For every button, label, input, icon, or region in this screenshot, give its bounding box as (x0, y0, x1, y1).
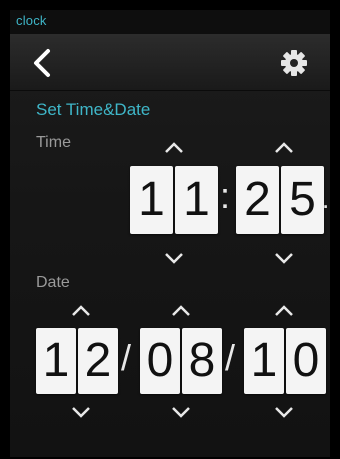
section-title: Set Time&Date (36, 100, 151, 119)
clock-screen: clock Set Time&Date Time 1 1: 2 5 . Dat… (10, 10, 330, 457)
date-part1-up-icon[interactable] (70, 304, 92, 318)
date-part1-digit-2[interactable]: 2 (78, 328, 118, 394)
hour-down-icon[interactable] (163, 251, 185, 265)
date-part3-digit-1[interactable]: 1 (244, 328, 284, 394)
time-label: Time (36, 134, 71, 151)
time-separator: : (220, 175, 231, 216)
date-part2-down-icon[interactable] (170, 405, 192, 419)
date-part3-up-icon[interactable] (273, 304, 295, 318)
date-part3-digit-2[interactable]: 0 (286, 328, 326, 394)
date-part2-digit-2[interactable]: 8 (182, 328, 222, 394)
chevron-left-icon (34, 49, 50, 77)
date-part1-digit-1[interactable]: 1 (36, 328, 76, 394)
date-part3-down-icon[interactable] (273, 405, 295, 419)
hour-digit-1[interactable]: 1 (130, 166, 173, 234)
date-label: Date (36, 274, 70, 291)
settings-button[interactable] (274, 44, 314, 82)
hour-digit-2[interactable]: 1 (175, 166, 218, 234)
hour-up-icon[interactable] (163, 141, 185, 155)
app-name: clock (16, 13, 47, 28)
minute-up-icon[interactable] (273, 141, 295, 155)
date-part2-up-icon[interactable] (170, 304, 192, 318)
minute-down-icon[interactable] (273, 251, 295, 265)
date-part1-down-icon[interactable] (70, 405, 92, 419)
date-separator-1: / (121, 337, 132, 378)
date-part2-digit-1[interactable]: 0 (140, 328, 180, 394)
status-bar: clock (10, 10, 330, 34)
minute-digit-2[interactable]: 5 (281, 166, 324, 234)
minute-digit-1[interactable]: 2 (236, 166, 279, 234)
time-trailing-mark: . (322, 184, 330, 214)
gear-icon (281, 50, 307, 76)
toolbar (10, 34, 330, 91)
date-separator-2: / (225, 337, 236, 378)
back-button[interactable] (26, 46, 66, 80)
